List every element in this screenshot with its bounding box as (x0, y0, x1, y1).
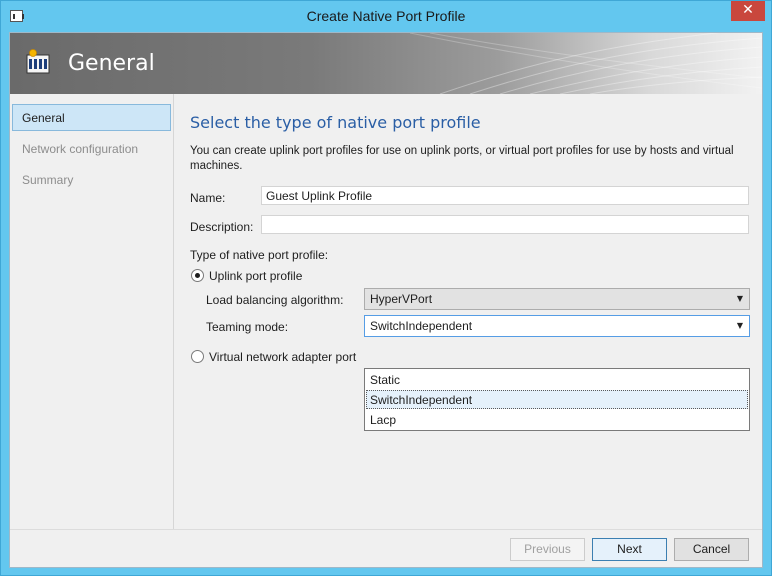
load-balancing-value: HyperVPort (370, 292, 433, 306)
dialog-client: General General Network configuration Su… (9, 32, 763, 568)
cancel-button[interactable]: Cancel (674, 538, 749, 561)
nav-item-summary[interactable]: Summary (12, 166, 171, 193)
title-bar[interactable]: Create Native Port Profile ✕ (1, 1, 771, 31)
close-button[interactable]: ✕ (731, 1, 765, 21)
virtual-adapter-radio[interactable] (191, 350, 204, 363)
previous-button[interactable]: Previous (510, 538, 585, 561)
nav-item-network-configuration[interactable]: Network configuration (12, 135, 171, 162)
page-heading: Select the type of native port profile (190, 113, 481, 132)
virtual-adapter-radio-label[interactable]: Virtual network adapter port (209, 350, 356, 364)
uplink-radio-label[interactable]: Uplink port profile (209, 269, 302, 283)
banner-title: General (68, 51, 155, 76)
chevron-down-icon[interactable]: ▼ (731, 316, 749, 336)
name-label: Name: (190, 191, 226, 205)
teaming-mode-label: Teaming mode: (206, 320, 289, 334)
teaming-mode-dropdown: Static SwitchIndependent Lacp (364, 368, 750, 431)
dropdown-option-switchindependent[interactable]: SwitchIndependent (366, 390, 748, 409)
dialog-window: Create Native Port Profile ✕ General Gen… (0, 0, 772, 576)
chevron-down-icon[interactable]: ▼ (731, 289, 749, 309)
button-bar: Previous Next Cancel (10, 529, 762, 567)
dropdown-option-lacp[interactable]: Lacp (366, 410, 748, 429)
uplink-radio[interactable] (191, 269, 204, 282)
dropdown-option-static[interactable]: Static (366, 370, 748, 389)
description-label: Description: (190, 220, 254, 234)
load-balancing-label: Load balancing algorithm: (206, 293, 344, 307)
teaming-mode-value: SwitchIndependent (370, 319, 473, 333)
port-profile-icon (25, 49, 51, 75)
nav-item-general[interactable]: General (12, 104, 171, 131)
name-field[interactable]: Guest Uplink Profile (261, 186, 749, 205)
type-label: Type of native port profile: (190, 248, 329, 262)
teaming-mode-select[interactable]: SwitchIndependent ▼ (364, 315, 750, 337)
header-banner: General (10, 33, 762, 94)
description-field[interactable] (261, 215, 749, 234)
wizard-nav: General Network configuration Summary (10, 94, 174, 529)
next-button[interactable]: Next (592, 538, 667, 561)
main-content: Select the type of native port profile Y… (175, 94, 762, 529)
load-balancing-select[interactable]: HyperVPort ▼ (364, 288, 750, 310)
page-description: You can create uplink port profiles for … (190, 145, 734, 172)
window-title: Create Native Port Profile (306, 8, 466, 24)
